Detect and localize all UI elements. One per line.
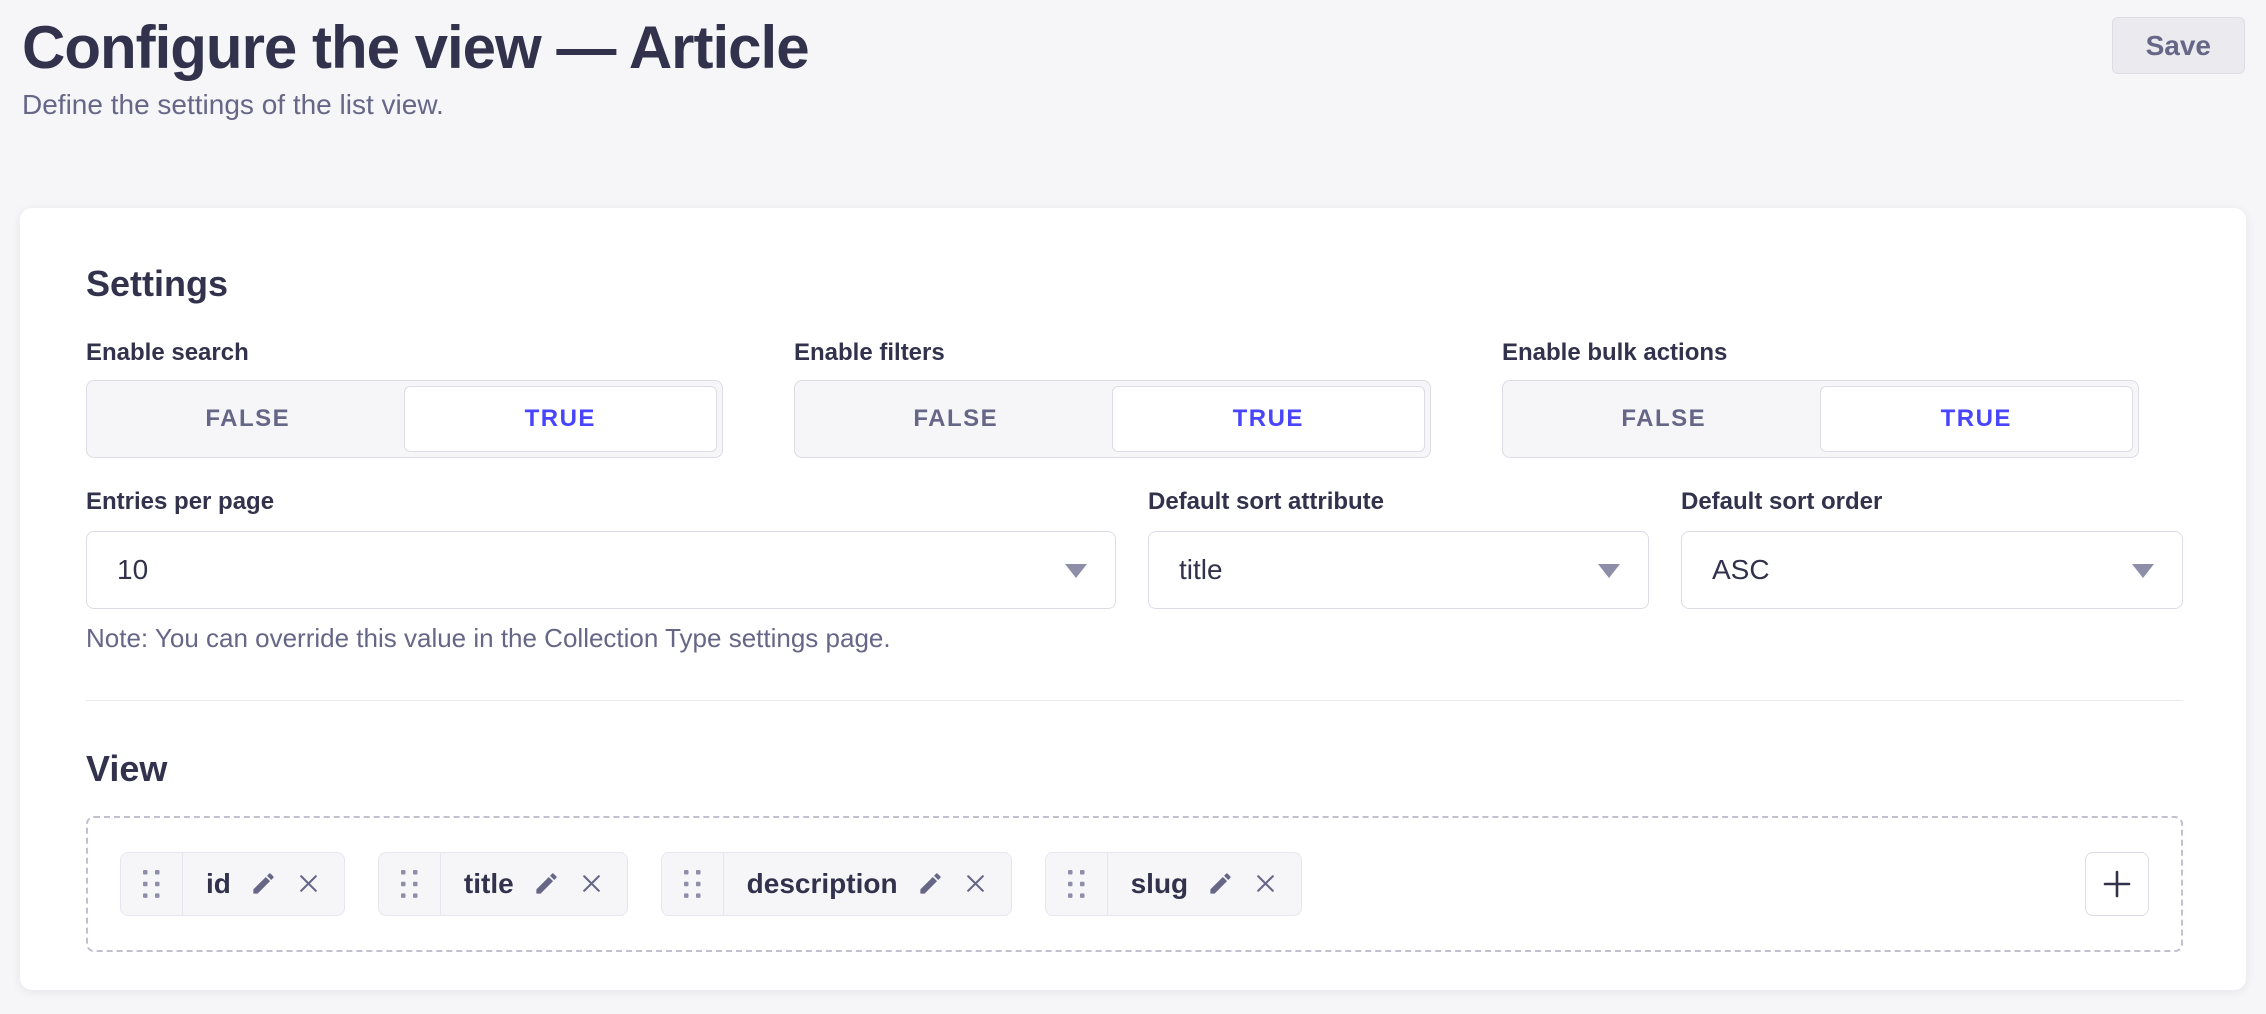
drag-handle-icon xyxy=(1067,869,1086,899)
default-sort-attribute-select[interactable]: title xyxy=(1148,531,1649,609)
edit-field-button[interactable] xyxy=(1207,870,1234,897)
caret-down-icon xyxy=(1065,564,1087,578)
field-chip-description: description xyxy=(661,852,1012,916)
remove-field-button[interactable] xyxy=(579,871,604,896)
enable-search-false-option[interactable]: FALSE xyxy=(92,386,404,452)
caret-down-icon xyxy=(2132,564,2154,578)
close-icon xyxy=(296,871,321,896)
page-title: Configure the view — Article xyxy=(22,10,2244,87)
remove-field-button[interactable] xyxy=(296,871,321,896)
pencil-icon xyxy=(917,870,944,897)
field-chip-label: slug xyxy=(1131,868,1189,900)
field-chip-slug: slug xyxy=(1045,852,1303,916)
page-subtitle: Define the settings of the list view. xyxy=(22,89,2244,121)
save-button[interactable]: Save xyxy=(2112,17,2245,74)
edit-field-button[interactable] xyxy=(250,870,277,897)
entries-per-page-select[interactable]: 10 xyxy=(86,531,1116,609)
enable-search-toggle[interactable]: FALSE TRUE xyxy=(86,380,723,458)
edit-field-button[interactable] xyxy=(533,870,560,897)
enable-bulk-actions-field: Enable bulk actions FALSE TRUE xyxy=(1502,339,2139,458)
edit-field-button[interactable] xyxy=(917,870,944,897)
pencil-icon xyxy=(533,870,560,897)
default-sort-order-label: Default sort order xyxy=(1681,488,2183,517)
chip-body: id xyxy=(183,853,344,915)
default-sort-order-value: ASC xyxy=(1712,554,1770,586)
page-header: Configure the view — Article Define the … xyxy=(0,0,2266,121)
remove-field-button[interactable] xyxy=(1253,871,1278,896)
entries-per-page-note: Note: You can override this value in the… xyxy=(86,623,2183,654)
default-sort-order-select[interactable]: ASC xyxy=(1681,531,2183,609)
chip-body: slug xyxy=(1108,853,1302,915)
enable-filters-false-option[interactable]: FALSE xyxy=(800,386,1112,452)
select-row: Entries per page 10 Default sort attribu… xyxy=(86,488,2183,609)
drag-handle[interactable] xyxy=(379,853,441,915)
field-chip-label: id xyxy=(206,868,231,900)
field-chip-label: title xyxy=(464,868,514,900)
enable-filters-true-option[interactable]: TRUE xyxy=(1112,386,1426,452)
view-heading: View xyxy=(86,747,2183,790)
field-chip-id: id xyxy=(120,852,345,916)
configure-view-page: { "colors": { "accent": "#4945ff", "head… xyxy=(0,0,2266,1014)
enable-bulk-actions-true-option[interactable]: TRUE xyxy=(1820,386,2134,452)
close-icon xyxy=(1253,871,1278,896)
enable-filters-label: Enable filters xyxy=(794,339,1431,368)
drag-handle[interactable] xyxy=(662,853,724,915)
add-field-button[interactable] xyxy=(2085,852,2149,916)
entries-per-page-value: 10 xyxy=(117,554,148,586)
default-sort-order-field: Default sort order ASC xyxy=(1681,488,2183,609)
enable-bulk-actions-label: Enable bulk actions xyxy=(1502,339,2139,368)
entries-per-page-field: Entries per page 10 xyxy=(86,488,1116,609)
chip-body: title xyxy=(441,853,627,915)
pencil-icon xyxy=(1207,870,1234,897)
drag-handle[interactable] xyxy=(121,853,183,915)
drag-handle-icon xyxy=(683,869,702,899)
default-sort-attribute-field: Default sort attribute title xyxy=(1148,488,1649,609)
close-icon xyxy=(579,871,604,896)
entries-per-page-label: Entries per page xyxy=(86,488,1116,517)
enable-filters-field: Enable filters FALSE TRUE xyxy=(794,339,1431,458)
default-sort-attribute-label: Default sort attribute xyxy=(1148,488,1649,517)
field-chip-title: title xyxy=(378,852,628,916)
settings-heading: Settings xyxy=(86,262,2183,305)
default-sort-attribute-value: title xyxy=(1179,554,1223,586)
drag-handle-icon xyxy=(142,869,161,899)
enable-search-label: Enable search xyxy=(86,339,723,368)
chip-body: description xyxy=(724,853,1011,915)
enable-bulk-actions-false-option[interactable]: FALSE xyxy=(1508,386,1820,452)
pencil-icon xyxy=(250,870,277,897)
drag-handle[interactable] xyxy=(1046,853,1108,915)
enable-search-field: Enable search FALSE TRUE xyxy=(86,339,723,458)
settings-card: Settings Enable search FALSE TRUE Enable… xyxy=(20,208,2246,990)
enable-search-true-option[interactable]: TRUE xyxy=(404,386,718,452)
plus-icon xyxy=(2101,868,2133,900)
section-divider xyxy=(86,700,2183,701)
enable-filters-toggle[interactable]: FALSE TRUE xyxy=(794,380,1431,458)
field-chip-label: description xyxy=(747,868,898,900)
drag-handle-icon xyxy=(400,869,419,899)
close-icon xyxy=(963,871,988,896)
toggle-row: Enable search FALSE TRUE Enable filters … xyxy=(86,339,2183,458)
remove-field-button[interactable] xyxy=(963,871,988,896)
enable-bulk-actions-toggle[interactable]: FALSE TRUE xyxy=(1502,380,2139,458)
caret-down-icon xyxy=(1598,564,1620,578)
view-fields-dropzone: id title xyxy=(86,816,2183,952)
